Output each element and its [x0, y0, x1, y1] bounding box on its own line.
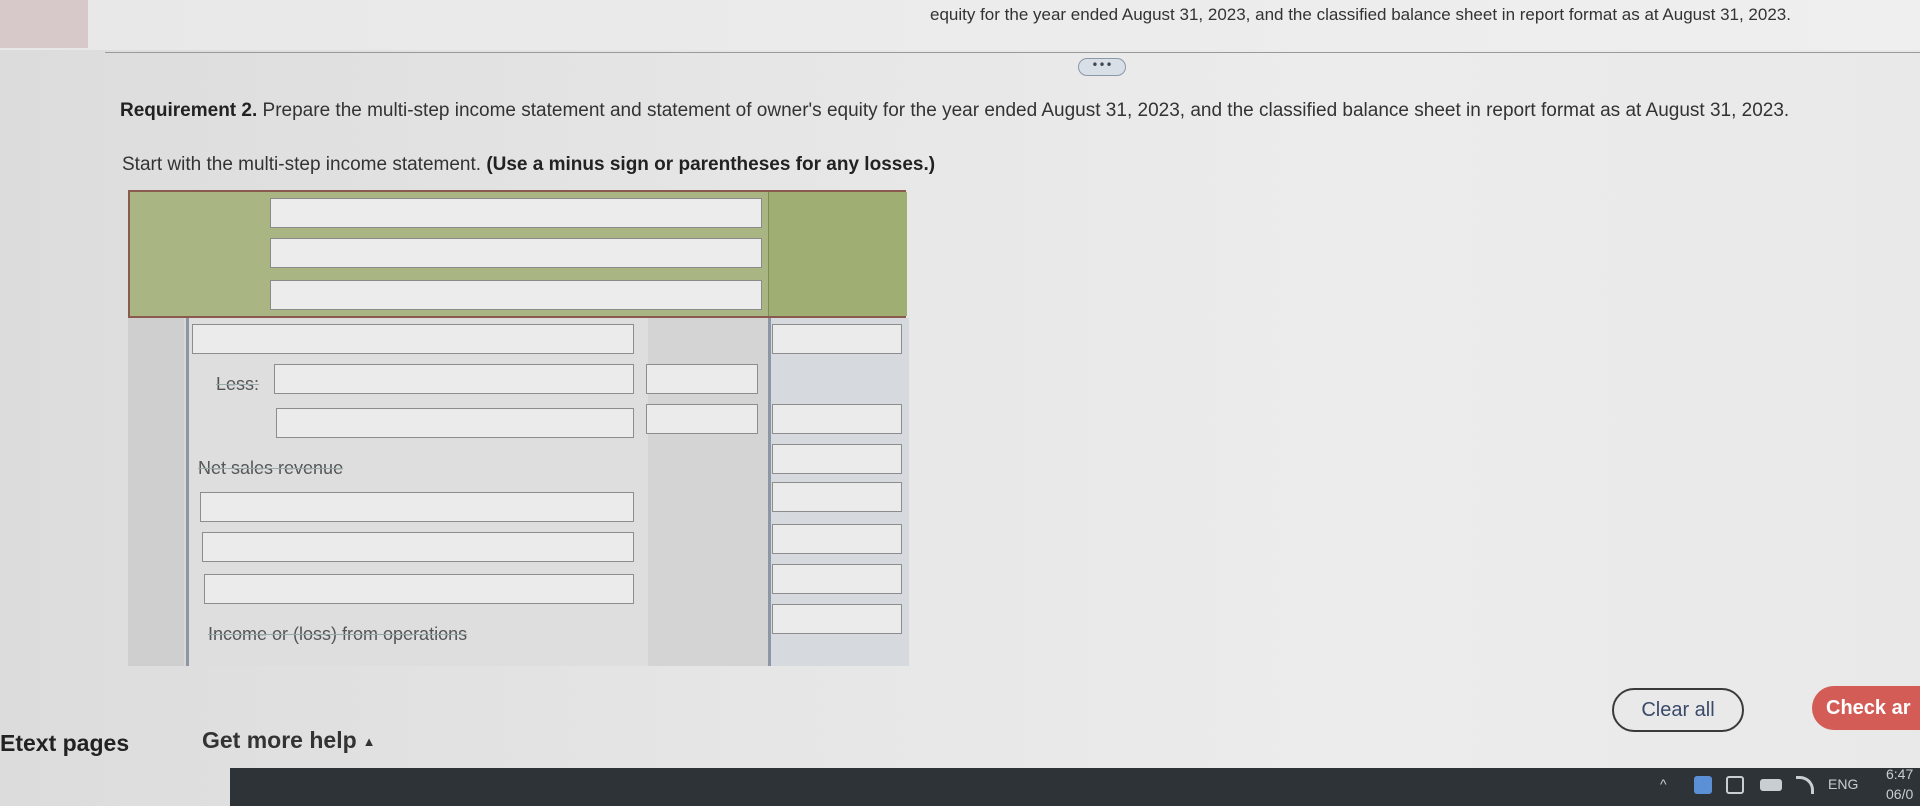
account-input-2[interactable]	[274, 364, 634, 394]
requirement-label: Requirement 2.	[120, 100, 258, 121]
company-name-input[interactable]	[270, 198, 762, 228]
total-input-7[interactable]	[772, 564, 902, 594]
amount-input-3[interactable]	[646, 404, 758, 434]
requirement-text: Requirement 2. Prepare the multi-step in…	[120, 100, 1789, 122]
total-input-4[interactable]	[772, 444, 902, 474]
check-answer-button[interactable]: Check ar	[1812, 686, 1920, 730]
get-more-help-link[interactable]: Get more help ▲	[202, 727, 376, 754]
clock-date[interactable]: 06/0	[1886, 786, 1913, 802]
instruction-body: Start with the multi-step income stateme…	[122, 154, 487, 175]
less-label: Less:	[216, 374, 260, 394]
statement-body: Less: Net sales revenue Income or (loss)…	[128, 318, 909, 666]
account-input-5[interactable]	[200, 492, 634, 522]
battery-icon[interactable]	[1760, 779, 1782, 791]
amount-input-2[interactable]	[646, 364, 758, 394]
clear-all-button[interactable]: Clear all	[1612, 688, 1744, 732]
more-button[interactable]: •••	[1078, 58, 1126, 76]
corner-tab	[0, 0, 88, 48]
account-input-3[interactable]	[276, 408, 634, 438]
app-icon[interactable]	[1694, 776, 1712, 794]
language-indicator[interactable]: ENG	[1828, 776, 1858, 792]
tray-chevron-icon[interactable]: ^	[1660, 776, 1667, 792]
account-input-7[interactable]	[204, 574, 634, 604]
account-input-1[interactable]	[192, 324, 634, 354]
net-sales-revenue-label: Net sales revenue	[198, 458, 344, 478]
caret-up-icon: ▲	[362, 734, 376, 750]
network-icon[interactable]	[1726, 776, 1744, 794]
previous-instruction-text: equity for the year ended August 31, 202…	[930, 5, 1791, 24]
total-input-5[interactable]	[772, 482, 902, 512]
requirement-body: Prepare the multi-step income statement …	[257, 100, 1790, 121]
etext-pages-link[interactable]: Etext pages	[0, 730, 129, 757]
clock-time[interactable]: 6:47	[1886, 766, 1913, 782]
statement-title-input[interactable]	[270, 238, 762, 268]
left-band	[128, 318, 184, 666]
total-input-1[interactable]	[772, 324, 902, 354]
income-from-operations-label: Income or (loss) from operations	[208, 624, 468, 644]
instruction-text: Start with the multi-step income stateme…	[122, 154, 935, 176]
statement-period-input[interactable]	[270, 280, 762, 310]
total-input-8[interactable]	[772, 604, 902, 634]
account-input-6[interactable]	[202, 532, 634, 562]
total-input-3[interactable]	[772, 404, 902, 434]
statement-header	[128, 190, 907, 318]
divider	[105, 52, 1920, 53]
header-amount-column	[768, 192, 907, 316]
get-more-help-label: Get more help	[202, 727, 357, 753]
total-input-6[interactable]	[772, 524, 902, 554]
instruction-note: (Use a minus sign or parentheses for any…	[486, 154, 936, 175]
